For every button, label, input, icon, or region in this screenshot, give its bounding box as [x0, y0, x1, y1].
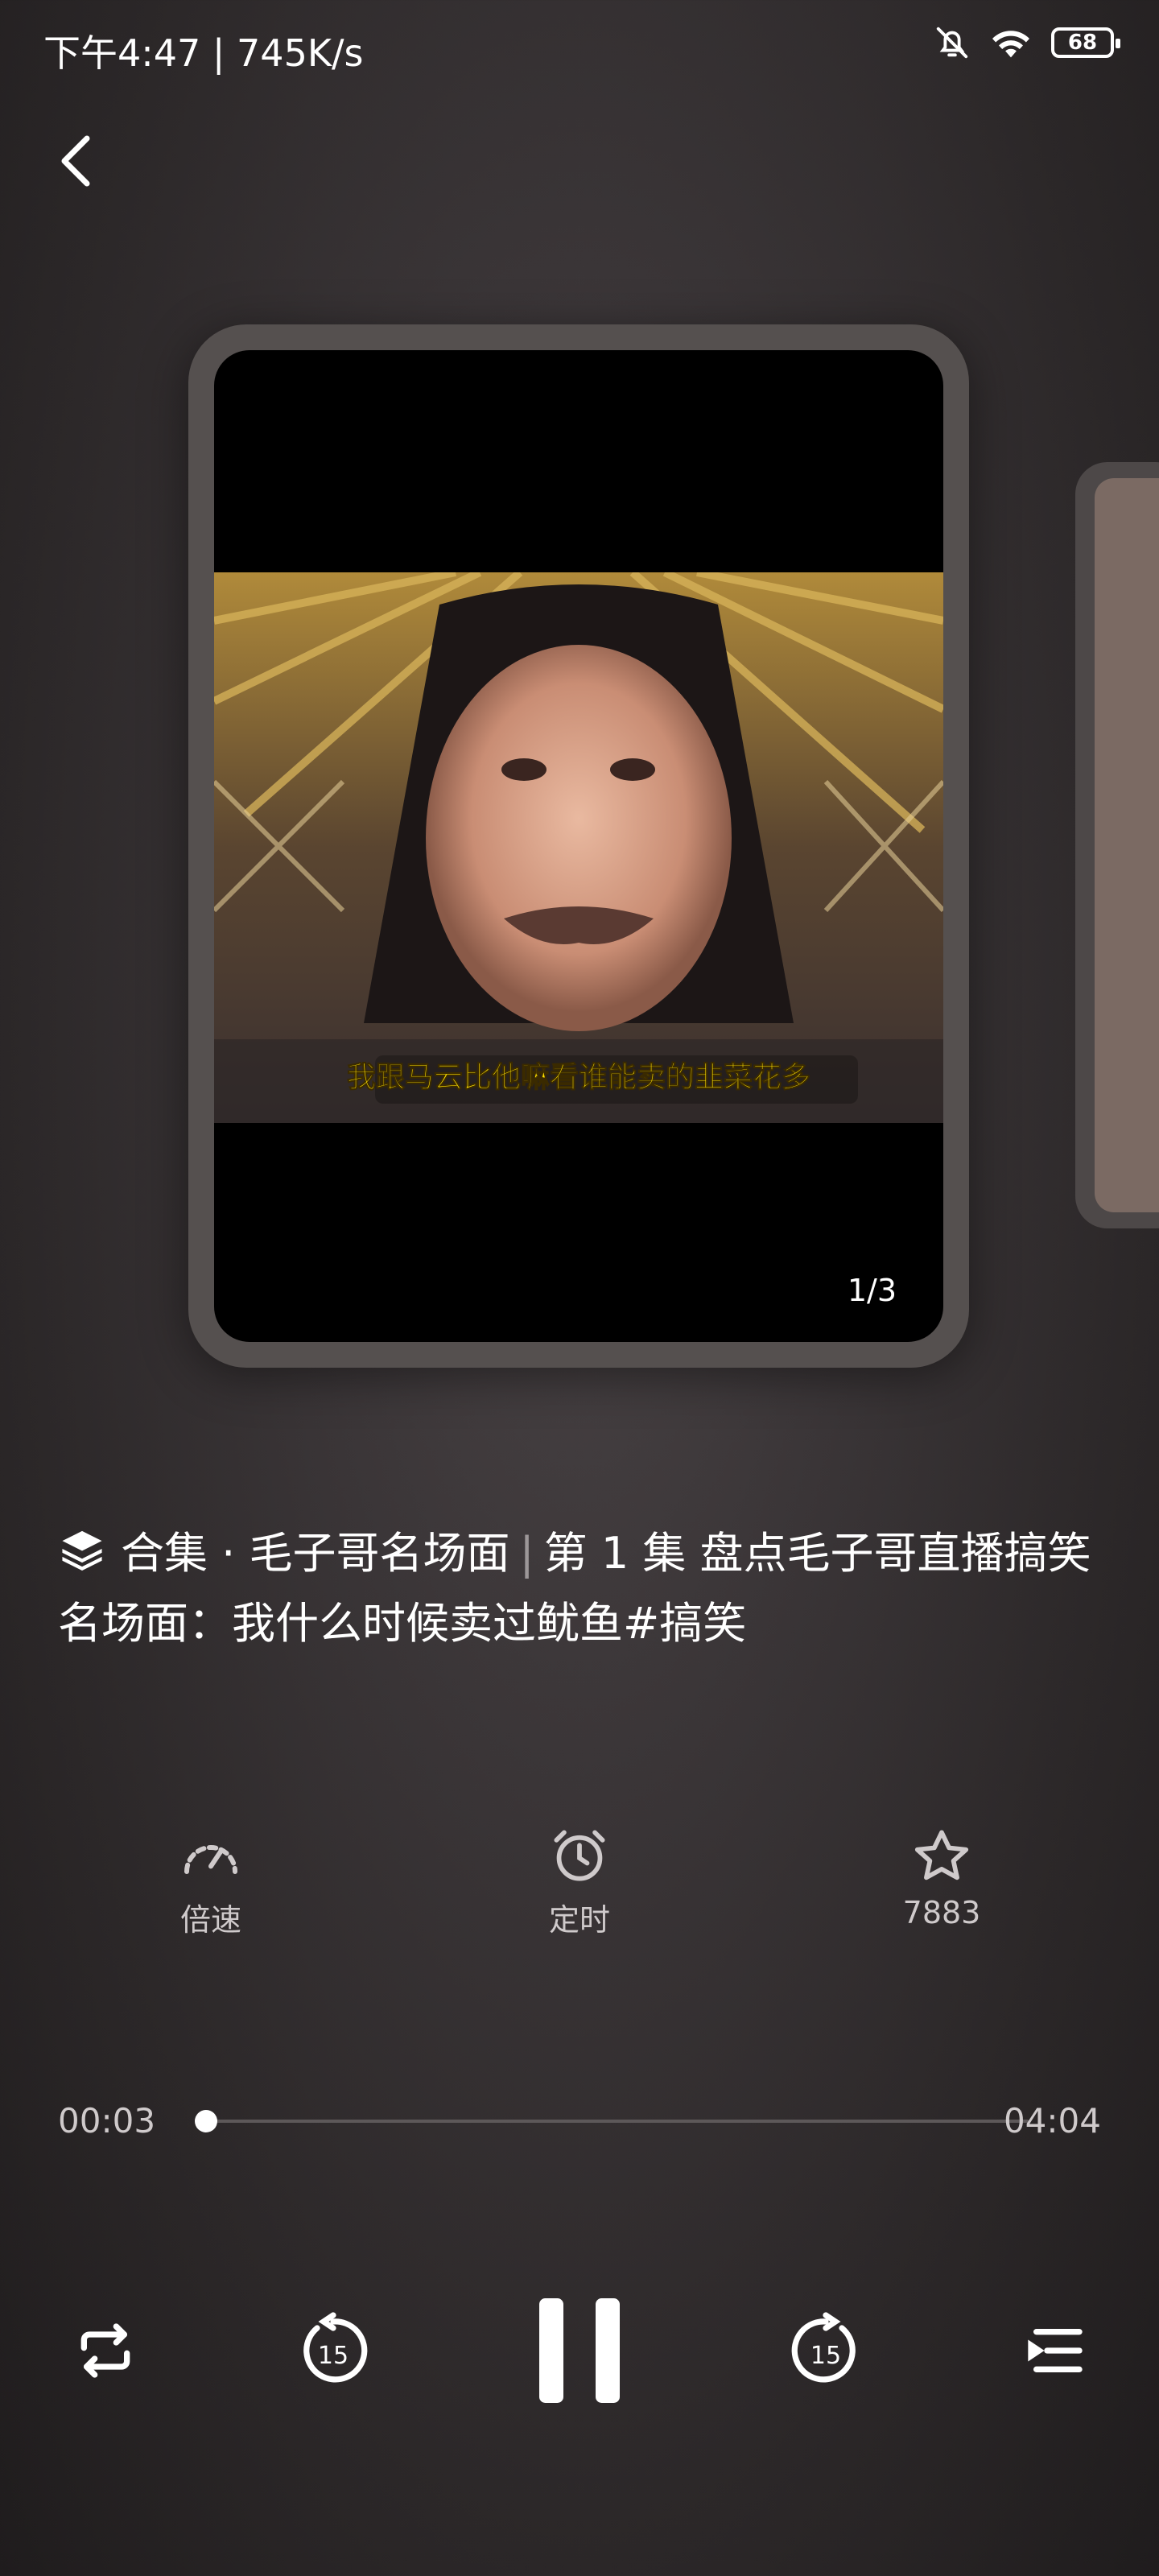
next-video-card[interactable] — [1075, 462, 1159, 1228]
progress-thumb[interactable] — [195, 2110, 218, 2132]
playback-controls: 15 15 — [0, 2286, 1159, 2415]
timer-button[interactable]: 定时 — [491, 1827, 668, 1939]
forward-15-label: 15 — [810, 2342, 841, 2370]
next-video-thumbnail — [1095, 478, 1159, 1212]
current-time: 00:03 — [58, 2101, 156, 2140]
alarm-clock-icon — [554, 1830, 605, 1881]
back-button[interactable] — [52, 129, 100, 193]
rewind-15-button[interactable]: 15 — [293, 2286, 373, 2415]
status-icons: 68 — [934, 24, 1120, 61]
chevron-left-icon — [61, 135, 90, 187]
action-row: 倍速 定时 7883 — [0, 1827, 1159, 1964]
favorite-count: 7883 — [902, 1895, 981, 1930]
page-indicator: 1/3 — [847, 1273, 897, 1308]
star-icon — [914, 1830, 969, 1880]
speed-button[interactable]: 倍速 — [122, 1827, 299, 1939]
timer-label: 定时 — [548, 1902, 610, 1938]
pause-button[interactable] — [531, 2286, 628, 2415]
wifi-icon — [992, 31, 1029, 58]
progress-track[interactable] — [195, 2110, 1029, 2132]
repeat-icon — [80, 2323, 130, 2378]
rewind-15-label: 15 — [318, 2342, 349, 2370]
battery-level: 68 — [1067, 31, 1098, 55]
collection-name[interactable]: 合集 · 毛子哥名场面 — [121, 1528, 510, 1579]
pause-icon — [539, 2298, 620, 2403]
collection-stack-icon — [58, 1522, 106, 1590]
title-separator: | — [519, 1528, 534, 1579]
favorite-button[interactable]: 7883 — [853, 1827, 1030, 1930]
progress-area: 00:03 04:04 — [58, 2093, 1101, 2149]
video-screen[interactable]: 我跟马云比他嘛看谁能卖的韭菜花多 1/3 — [214, 350, 943, 1342]
video-card[interactable]: 我跟马云比他嘛看谁能卖的韭菜花多 1/3 — [188, 324, 969, 1368]
video-subtitle: 我跟马云比他嘛看谁能卖的韭菜花多 — [346, 1061, 810, 1095]
forward-15-icon: 15 — [791, 2312, 856, 2383]
episode-title: 合集 · 毛子哥名场面 | 第 1 集 盘点毛子哥直播搞笑名场面：我什么时候卖过鱿鱼… — [58, 1520, 1112, 1657]
speed-label: 倍速 — [179, 1902, 241, 1938]
rewind-15-icon: 15 — [303, 2312, 368, 2383]
video-thumbnail: 我跟马云比他嘛看谁能卖的韭菜花多 — [214, 572, 943, 1123]
total-time: 04:04 — [1003, 2101, 1101, 2140]
status-time-speed: 下午4:47 | 745K/s — [43, 31, 364, 75]
mute-bell-icon — [936, 27, 968, 59]
battery-indicator: 68 — [1051, 27, 1120, 58]
forward-15-button[interactable]: 15 — [786, 2286, 866, 2415]
status-bar: 下午4:47 | 745K/s 68 — [0, 0, 1159, 97]
repeat-button[interactable] — [69, 2286, 142, 2415]
playlist-icon — [1028, 2329, 1083, 2372]
playlist-button[interactable] — [1019, 2286, 1091, 2415]
speed-gauge-icon — [184, 1845, 237, 1874]
